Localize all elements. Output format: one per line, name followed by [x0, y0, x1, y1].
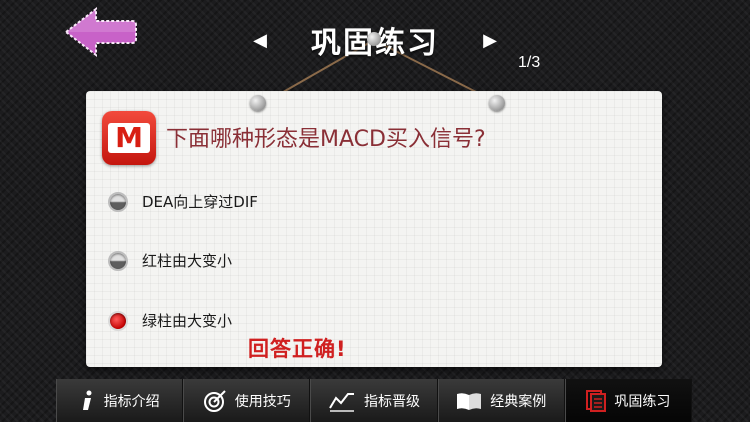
answer-option-1[interactable]: DEA向上穿过DIF [108, 191, 258, 212]
answer-option-label: 红柱由大变小 [142, 252, 233, 270]
tab-label: 指标介绍 [103, 393, 160, 410]
question-card: M 下面哪种形态是MACD买入信号? DEA向上穿过DIF 红柱由大变小 绿柱由… [86, 91, 662, 367]
tab-label: 使用技巧 [234, 393, 291, 410]
book-icon [456, 391, 482, 411]
bottom-tab-bar: 指标介绍 使用技巧 指标晋级 经典案例 巩固练习 [56, 379, 693, 422]
tab-indicator-intro[interactable]: 指标介绍 [56, 379, 184, 422]
back-button[interactable] [62, 6, 140, 58]
pin-right [489, 95, 505, 111]
chart-up-icon [328, 390, 356, 412]
tab-label: 巩固练习 [614, 393, 671, 410]
radio-unselected-icon[interactable] [108, 250, 128, 271]
info-icon [80, 390, 96, 412]
pin-left [250, 95, 266, 111]
radio-selected-icon[interactable] [108, 310, 128, 331]
tab-indicator-advanced[interactable]: 指标晋级 [310, 379, 438, 422]
answer-option-2[interactable]: 红柱由大变小 [108, 250, 232, 271]
result-message: 回答正确! [248, 337, 347, 361]
tab-classic-cases[interactable]: 经典案例 [437, 379, 565, 422]
question-text: 下面哪种形态是MACD买入信号? [166, 127, 486, 152]
radio-unselected-icon[interactable] [108, 191, 128, 212]
back-arrow-icon [64, 6, 137, 58]
next-arrow-icon[interactable]: ▶ [480, 30, 500, 51]
notes-icon [586, 389, 607, 412]
hanging-nail [367, 32, 381, 46]
target-icon [203, 389, 227, 413]
tab-usage-tips[interactable]: 使用技巧 [183, 379, 311, 422]
answer-option-label: 绿柱由大变小 [142, 312, 233, 330]
answer-option-3[interactable]: 绿柱由大变小 [108, 310, 232, 331]
tab-label: 指标晋级 [364, 393, 420, 410]
macd-logo-icon: M [102, 111, 156, 165]
logo-letter: M [108, 123, 150, 153]
tab-practice[interactable]: 巩固练习 [564, 379, 693, 422]
tab-label: 经典案例 [490, 393, 547, 410]
page-counter: 1/3 [518, 54, 541, 71]
answer-option-label: DEA向上穿过DIF [142, 193, 258, 211]
prev-arrow-icon[interactable]: ◀ [250, 30, 270, 51]
